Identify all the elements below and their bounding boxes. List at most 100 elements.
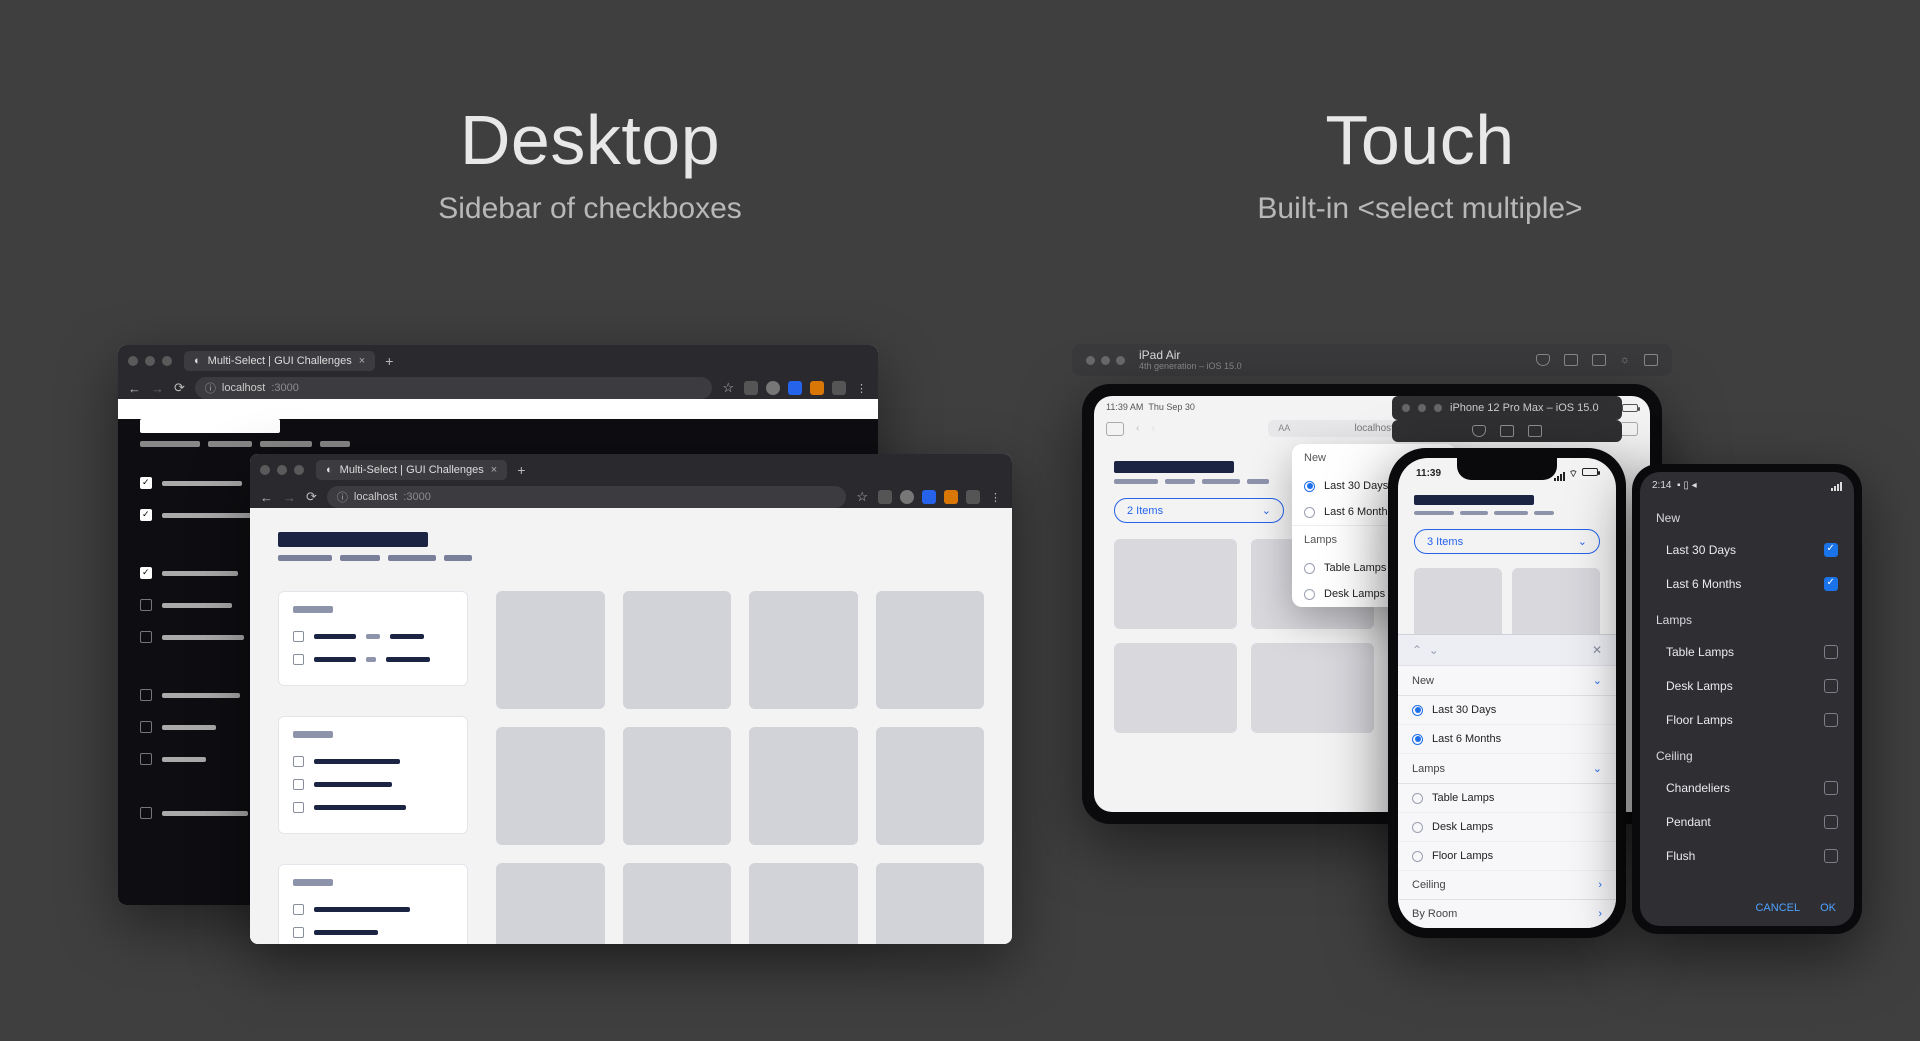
dialog-option[interactable]: Desk Lamps <box>1640 669 1854 703</box>
checkbox-icon[interactable] <box>1824 577 1838 591</box>
radio-icon[interactable] <box>1412 734 1423 745</box>
checkbox-icon[interactable] <box>1824 679 1838 693</box>
sheet-option[interactable]: Last 30 Days <box>1398 696 1616 725</box>
radio-icon[interactable] <box>1304 589 1315 600</box>
checkbox-icon[interactable] <box>1824 781 1838 795</box>
radio-icon[interactable] <box>1412 822 1423 833</box>
result-card[interactable] <box>876 591 985 709</box>
extension-icon[interactable] <box>922 490 936 504</box>
window-controls[interactable] <box>128 356 172 366</box>
sim-screenshot-icon[interactable] <box>1500 425 1514 437</box>
android-select-dialog[interactable]: New Last 30 Days Last 6 Months Lamps Tab… <box>1640 499 1854 873</box>
extension-icon[interactable] <box>878 490 892 504</box>
result-card[interactable] <box>1251 643 1374 733</box>
multiselect-pill[interactable]: 3 Items ⌄ <box>1414 529 1600 554</box>
dialog-option[interactable]: Table Lamps <box>1640 635 1854 669</box>
checkbox-icon[interactable] <box>140 477 152 489</box>
checkbox-icon[interactable] <box>140 599 152 611</box>
close-tab-icon[interactable]: × <box>491 464 497 476</box>
extension-icon[interactable] <box>766 381 780 395</box>
sim-home-icon[interactable] <box>1536 354 1550 366</box>
checkbox-icon[interactable] <box>1824 713 1838 727</box>
browser-tab[interactable]: ◐ Multi-Select | GUI Challenges × <box>316 460 507 480</box>
sim-home-icon[interactable] <box>1472 425 1486 437</box>
filter-row[interactable] <box>293 648 453 671</box>
result-card[interactable] <box>876 727 985 845</box>
filter-row[interactable] <box>293 921 453 944</box>
checkbox-icon[interactable] <box>293 779 304 790</box>
checkbox-icon[interactable] <box>293 904 304 915</box>
radio-icon[interactable] <box>1412 793 1423 804</box>
sheet-group-header[interactable]: By Room› <box>1398 900 1616 928</box>
sheet-group-header[interactable]: Lamps⌄ <box>1398 754 1616 784</box>
back-icon[interactable]: ← <box>128 381 141 396</box>
sidebar-icon[interactable] <box>1106 422 1124 436</box>
result-card[interactable] <box>496 727 605 845</box>
sheet-option[interactable]: Desk Lamps <box>1398 813 1616 842</box>
extension-icon[interactable] <box>966 490 980 504</box>
bookmark-icon[interactable]: ☆ <box>856 489 868 505</box>
dialog-option[interactable]: Last 30 Days <box>1640 533 1854 567</box>
checkbox-icon[interactable] <box>293 802 304 813</box>
dialog-option[interactable]: Chandeliers <box>1640 771 1854 805</box>
dialog-option[interactable]: Floor Lamps <box>1640 703 1854 737</box>
site-info-icon[interactable]: ⓘ <box>205 380 216 396</box>
address-bar[interactable]: ⓘ localhost:3000 <box>195 377 712 399</box>
checkbox-icon[interactable] <box>140 689 152 701</box>
multiselect-pill[interactable]: 2 Items ⌄ <box>1114 498 1284 523</box>
dialog-option[interactable]: Last 6 Months <box>1640 567 1854 601</box>
reload-icon[interactable]: ⟳ <box>306 489 317 505</box>
filter-row[interactable] <box>293 625 453 648</box>
new-tab-button[interactable]: + <box>517 462 525 478</box>
checkbox-icon[interactable] <box>1824 849 1838 863</box>
result-card[interactable] <box>496 591 605 709</box>
radio-icon[interactable] <box>1304 563 1315 574</box>
extension-icon[interactable] <box>900 490 914 504</box>
checkbox-icon[interactable] <box>1824 815 1838 829</box>
address-bar[interactable]: ⓘ localhost:3000 <box>327 486 846 508</box>
result-card[interactable] <box>749 591 858 709</box>
sim-share-icon[interactable] <box>1644 354 1658 366</box>
extension-icon[interactable] <box>832 381 846 395</box>
back-icon[interactable]: ← <box>260 490 273 505</box>
cancel-button[interactable]: CANCEL <box>1755 902 1800 914</box>
aa-button[interactable]: AA <box>1278 423 1290 433</box>
bookmark-icon[interactable]: ☆ <box>722 380 734 396</box>
checkbox-icon[interactable] <box>140 807 152 819</box>
checkbox-icon[interactable] <box>293 756 304 767</box>
sheet-option[interactable]: Last 6 Months <box>1398 725 1616 754</box>
window-controls[interactable] <box>1086 356 1125 365</box>
extension-icon[interactable] <box>810 381 824 395</box>
dialog-option[interactable]: Pendant <box>1640 805 1854 839</box>
filter-row[interactable] <box>293 773 453 796</box>
browser-tab[interactable]: ◐ Multi-Select | GUI Challenges × <box>184 351 375 371</box>
reload-icon[interactable]: ⟳ <box>174 380 185 396</box>
checkbox-icon[interactable] <box>293 654 304 665</box>
browser-menu-icon[interactable]: ⋮ <box>856 382 868 395</box>
sheet-option[interactable]: Floor Lamps <box>1398 842 1616 871</box>
prev-option-icon[interactable]: ⌃ <box>1412 643 1422 657</box>
close-sheet-icon[interactable]: ✕ <box>1592 643 1602 657</box>
sheet-option[interactable]: Table Lamps <box>1398 784 1616 813</box>
filter-row[interactable] <box>293 898 453 921</box>
result-card[interactable] <box>749 727 858 845</box>
checkbox-icon[interactable] <box>293 927 304 938</box>
ok-button[interactable]: OK <box>1820 902 1836 914</box>
result-card[interactable] <box>496 863 605 944</box>
checkbox-icon[interactable] <box>1824 645 1838 659</box>
sim-rotate-icon[interactable] <box>1592 354 1606 366</box>
checkbox-icon[interactable] <box>140 631 152 643</box>
radio-icon[interactable] <box>1412 705 1423 716</box>
iphone-select-sheet[interactable]: ⌃ ⌄ ✕ New⌄ Last 30 Days Last 6 Months La… <box>1398 634 1616 928</box>
checkbox-icon[interactable] <box>140 721 152 733</box>
sheet-group-header[interactable]: New⌄ <box>1398 666 1616 696</box>
result-card[interactable] <box>623 863 732 944</box>
sim-screenshot-icon[interactable] <box>1564 354 1578 366</box>
forward-icon[interactable]: → <box>283 490 296 505</box>
close-tab-icon[interactable]: × <box>359 355 365 367</box>
new-tab-button[interactable]: + <box>385 353 393 369</box>
window-controls[interactable] <box>260 465 304 475</box>
sim-appearance-icon[interactable]: ☼ <box>1620 354 1630 366</box>
extension-icon[interactable] <box>944 490 958 504</box>
checkbox-icon[interactable] <box>140 753 152 765</box>
